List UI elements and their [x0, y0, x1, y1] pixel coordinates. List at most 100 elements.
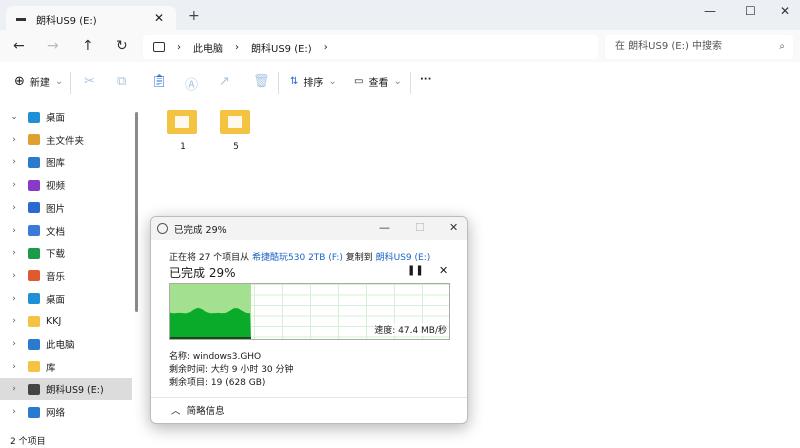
sidebar-item-label: 文档 [46, 226, 66, 238]
close-button[interactable]: ✕ [780, 4, 790, 18]
sidebar-item-label: 库 [46, 362, 56, 374]
chevron-down-icon: ⌄ [393, 76, 402, 87]
chevron-icon[interactable]: › [0, 384, 28, 394]
sidebar-item-icon [28, 406, 40, 418]
divider [70, 72, 71, 94]
sidebar-item[interactable]: ⌄ 桌面 [0, 106, 132, 128]
chevron-icon[interactable]: › [0, 135, 28, 145]
sidebar-item-icon [28, 383, 40, 395]
sidebar-item-icon [28, 225, 40, 236]
search-placeholder: 在 朗科US9 (E:) 中搜索 [615, 41, 723, 52]
plus-circle-icon: ⊕ [14, 74, 25, 89]
sidebar-item-icon [28, 361, 40, 373]
new-label: 新建 [29, 78, 50, 89]
sidebar-item-icon [28, 179, 40, 191]
percent-complete: 已完成 29% [169, 266, 236, 280]
chevron-icon: › [323, 41, 328, 53]
breadcrumb-drive[interactable]: 朗科US9 (E:) [251, 40, 312, 55]
back-button[interactable]: ← [13, 38, 25, 54]
close-tab-icon[interactable]: ✕ [154, 11, 164, 25]
copy-text: 复制到 [342, 253, 376, 263]
chevron-icon[interactable]: › [0, 157, 28, 167]
sidebar-item-label: 主文件夹 [46, 135, 85, 147]
source-link[interactable]: 希捷酷玩530 2TB (F:) [252, 253, 343, 263]
cancel-icon[interactable]: ✕ [439, 264, 448, 277]
sidebar-item[interactable]: › 库 [0, 356, 132, 378]
chevron-icon[interactable]: › [0, 271, 28, 281]
chevron-icon[interactable]: › [0, 294, 28, 304]
sidebar-item[interactable]: › 朗科US9 (E:) [0, 378, 132, 401]
computer-icon [153, 42, 165, 52]
share-icon[interactable]: ↗ [219, 74, 230, 89]
sidebar-item-label: 网络 [46, 408, 66, 420]
sidebar-item[interactable]: › 主文件夹 [0, 129, 132, 151]
folder-item[interactable]: 1 [167, 110, 199, 152]
sidebar-scrollbar[interactable] [135, 112, 138, 312]
chevron-icon[interactable]: › [0, 362, 28, 372]
new-button[interactable]: ⊕ 新建 ⌄ [14, 74, 63, 89]
sidebar-item[interactable]: › 图片 [0, 197, 132, 219]
chevron-icon[interactable]: › [0, 203, 28, 213]
chevron-icon[interactable]: › [0, 180, 28, 190]
folder-name: 5 [233, 142, 239, 152]
sidebar-item[interactable]: › 文档 [0, 220, 132, 242]
breadcrumb-this-pc[interactable]: 此电脑 [193, 40, 223, 55]
view-label: 查看 [368, 78, 389, 89]
chevron-icon[interactable]: › [0, 316, 28, 326]
chevron-icon[interactable]: › [0, 407, 28, 417]
new-tab-button[interactable]: + [188, 8, 200, 24]
less-details-button[interactable]: ︿ 简略信息 [151, 397, 467, 423]
file-name: 名称: windows3.GHO [169, 352, 262, 362]
rename-icon[interactable]: Ⓐ [185, 74, 198, 93]
dialog-close-button[interactable]: ✕ [449, 221, 458, 234]
sidebar-item[interactable]: › KKJ [0, 310, 132, 332]
breadcrumb[interactable]: › 此电脑 › 朗科US9 (E:) › [143, 35, 598, 59]
delete-icon[interactable]: 🗑︎ [253, 74, 270, 89]
sidebar-item[interactable]: › 图库 [0, 151, 132, 173]
sidebar-item[interactable]: › 音乐 [0, 265, 132, 287]
cut-icon[interactable]: ✂ [84, 74, 95, 89]
sidebar-item-icon [28, 202, 40, 214]
more-button[interactable]: ··· [420, 74, 431, 85]
sidebar-item[interactable]: › 下载 [0, 242, 132, 264]
chevron-icon[interactable]: ⌄ [0, 112, 28, 122]
paste-icon[interactable]: 📋︎ [151, 74, 168, 89]
sidebar-item-label: 图片 [46, 203, 66, 215]
chevron-icon[interactable]: › [0, 248, 28, 258]
tab-drive[interactable]: 朗科US9 (E:) ✕ [6, 6, 176, 32]
chevron-icon: › [235, 41, 239, 53]
sort-icon: ⇅ [290, 76, 299, 87]
chevron-icon[interactable]: › [0, 339, 28, 349]
copy-progress-dialog: 已完成 29% — ☐ ✕ 正在将 27 个项目从 希捷酷玩530 2TB (F… [150, 216, 468, 424]
sort-label: 排序 [303, 78, 324, 89]
search-input[interactable]: 在 朗科US9 (E:) 中搜索 ⌕ [605, 35, 793, 59]
folder-icon [220, 110, 250, 134]
sidebar-item-icon [28, 293, 40, 305]
dialog-minimize-button[interactable]: — [379, 221, 390, 234]
copy-description: 正在将 27 个项目从 希捷酷玩530 2TB (F:) 复制到 朗科US9 (… [169, 250, 430, 263]
sidebar-item[interactable]: › 此电脑 [0, 333, 132, 355]
chevron-icon: › [177, 41, 181, 53]
pause-icon[interactable]: ❚❚ [407, 265, 424, 276]
sidebar-item[interactable]: › 视频 [0, 174, 132, 196]
forward-button[interactable]: → [47, 38, 59, 54]
copy-text: 正在将 27 个项目从 [169, 253, 253, 263]
sidebar-item-icon [28, 315, 40, 327]
divider [410, 72, 411, 94]
up-button[interactable]: ↑ [82, 38, 94, 54]
chevron-icon[interactable]: › [0, 226, 28, 236]
sidebar-item-label: 桌面 [46, 113, 66, 124]
refresh-button[interactable]: ↻ [116, 38, 128, 54]
sidebar-item[interactable]: › 网络 [0, 401, 132, 423]
copy-icon[interactable]: ⧉ [117, 74, 126, 89]
sidebar-item-icon [28, 338, 40, 350]
view-button[interactable]: ▭ 查看 ⌄ [354, 74, 402, 89]
minimize-button[interactable]: — [704, 4, 716, 18]
maximize-button[interactable]: ☐ [745, 4, 756, 18]
folder-item[interactable]: 5 [220, 110, 252, 152]
destination-link[interactable]: 朗科US9 (E:) [376, 253, 431, 263]
sidebar-item[interactable]: › 桌面 [0, 288, 132, 310]
sidebar-item-label: 下载 [46, 249, 66, 261]
dialog-maximize-button[interactable]: ☐ [415, 221, 425, 234]
sort-button[interactable]: ⇅ 排序 ⌄ [290, 74, 337, 89]
